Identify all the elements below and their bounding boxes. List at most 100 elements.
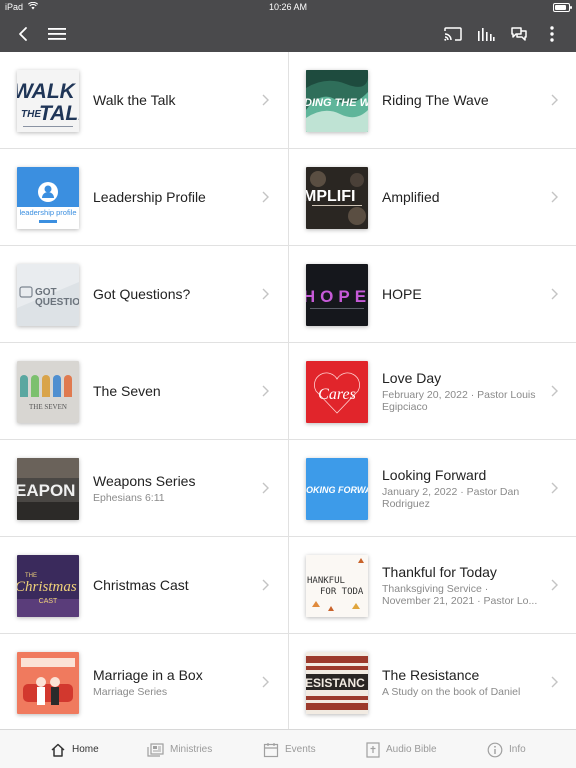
item-title: Looking Forward <box>382 467 487 483</box>
tab-audio-bible[interactable]: Audio Bible <box>366 730 437 768</box>
list-item[interactable]: WALKTHETALK Walk the Talk <box>0 52 288 149</box>
series-artwork: OKING FORWA <box>306 458 368 520</box>
list-item[interactable]: THE Christmas CAST Christmas Cast <box>0 537 288 634</box>
item-title: Marriage in a Box <box>93 667 203 683</box>
more-vertical-icon[interactable] <box>542 16 562 52</box>
item-title: Got Questions? <box>93 286 191 302</box>
series-artwork: THE Christmas CAST <box>17 555 79 617</box>
back-icon[interactable] <box>12 16 34 52</box>
list-item[interactable]: MPLIFI Amplified <box>289 149 576 246</box>
series-artwork: EAPON <box>17 458 79 520</box>
chat-bubbles-icon[interactable] <box>508 16 530 52</box>
status-bar: iPad 10:26 AM <box>0 0 576 16</box>
list-item[interactable]: OKING FORWA Looking Forward January 2, 2… <box>289 440 576 537</box>
sermon-series-grid: WALKTHETALK Walk the Talk DING THE WA Ri… <box>0 52 576 729</box>
artwork-caption: THE SEVEN <box>29 403 67 411</box>
chevron-right-icon <box>551 579 558 591</box>
list-item[interactable]: EAPON Weapons Series Ephesians 6:11 <box>0 440 288 537</box>
chevron-right-icon <box>551 482 558 494</box>
status-time: 10:26 AM <box>268 2 308 12</box>
chevron-right-icon <box>551 385 558 397</box>
list-item[interactable]: leadership profile Leadership Profile <box>0 149 288 246</box>
chevron-right-icon <box>262 676 269 688</box>
series-artwork: Cares <box>306 361 368 423</box>
audio-bars-icon[interactable] <box>475 16 497 52</box>
svg-text:TALK: TALK <box>39 102 79 125</box>
item-title: The Resistance <box>382 667 480 683</box>
calendar-icon <box>263 742 279 757</box>
svg-text:EAPON: EAPON <box>17 481 75 500</box>
list-item[interactable]: GOT QUESTIO Got Questions? <box>0 246 288 343</box>
svg-text:FOR TODA: FOR TODA <box>320 587 364 597</box>
item-title: Amplified <box>382 189 440 205</box>
item-subtitle: A Study on the book of Daniel <box>382 686 521 698</box>
chevron-right-icon <box>262 385 269 397</box>
artwork-caption: CAST <box>39 598 58 605</box>
artwork-caption: leadership profile <box>19 208 76 217</box>
chevron-right-icon <box>551 288 558 300</box>
tab-home[interactable]: Home <box>50 730 99 768</box>
list-item[interactable]: HANKFUL FOR TODA Thankful for Today Thank… <box>289 537 576 634</box>
chevron-right-icon <box>262 191 269 203</box>
list-item[interactable]: Cares Love Day February 20, 2022 · Pasto… <box>289 343 576 440</box>
list-item[interactable]: DING THE WA Riding The Wave <box>289 52 576 149</box>
item-title: HOPE <box>382 286 422 302</box>
item-title: Riding The Wave <box>382 92 489 108</box>
tab-label: Home <box>72 744 99 755</box>
chevron-right-icon <box>551 191 558 203</box>
series-artwork <box>17 652 79 714</box>
item-subtitle: Ephesians 6:11 <box>93 492 165 504</box>
svg-text:Cares: Cares <box>318 386 356 403</box>
item-subtitle: Thanksgiving Service · November 21, 2021… <box>382 583 538 607</box>
bottom-tab-bar: Home Ministries Events Audio Bible Info <box>0 729 576 768</box>
svg-text:ESISTANC: ESISTANC <box>306 676 365 690</box>
chevron-right-icon <box>262 579 269 591</box>
item-title: Christmas Cast <box>93 577 189 593</box>
series-artwork: GOT QUESTIO <box>17 264 79 326</box>
tab-label: Ministries <box>170 744 213 755</box>
series-artwork: MPLIFI <box>306 167 368 229</box>
item-title: The Seven <box>93 383 161 399</box>
tab-label: Info <box>509 744 526 755</box>
item-subtitle: January 2, 2022 · Pastor Dan Rodriguez <box>382 486 520 510</box>
list-item[interactable]: HOPE HOPE <box>289 246 576 343</box>
chevron-right-icon <box>262 288 269 300</box>
chevron-right-icon <box>262 482 269 494</box>
series-artwork: HANKFUL FOR TODA <box>306 555 368 617</box>
series-artwork: THE SEVEN <box>17 361 79 423</box>
cast-icon[interactable] <box>442 16 464 52</box>
svg-text:QUESTIO: QUESTIO <box>35 297 79 308</box>
ministries-icon <box>147 742 164 757</box>
tab-ministries[interactable]: Ministries <box>147 730 212 768</box>
menu-icon[interactable] <box>46 16 68 52</box>
audio-bible-icon <box>366 741 380 758</box>
home-icon <box>51 743 65 757</box>
series-artwork: DING THE WA <box>306 70 368 132</box>
battery-icon <box>553 3 572 12</box>
chevron-right-icon <box>262 94 269 106</box>
item-title: Leadership Profile <box>93 189 206 205</box>
list-item[interactable]: THE SEVEN The Seven <box>0 343 288 440</box>
svg-text:DING THE WA: DING THE WA <box>306 97 368 109</box>
chevron-right-icon <box>551 94 558 106</box>
tab-label: Audio Bible <box>386 744 437 755</box>
item-title: Walk the Talk <box>93 92 176 108</box>
svg-text:Christmas: Christmas <box>17 579 77 595</box>
item-title: Weapons Series <box>93 473 196 489</box>
tab-label: Events <box>285 744 316 755</box>
tab-info[interactable]: Info <box>487 730 526 768</box>
artwork-caption: HOPE <box>306 287 368 306</box>
chevron-right-icon <box>551 676 558 688</box>
series-artwork: WALKTHETALK <box>17 70 79 132</box>
app-bar <box>0 16 576 52</box>
svg-text:MPLIFI: MPLIFI <box>306 188 355 205</box>
series-artwork: HOPE <box>306 264 368 326</box>
series-artwork: ESISTANC <box>306 652 368 714</box>
item-title: Thankful for Today <box>382 564 497 580</box>
series-artwork: leadership profile <box>17 167 79 229</box>
svg-text:WALK: WALK <box>17 80 77 103</box>
tab-events[interactable]: Events <box>263 730 316 768</box>
item-subtitle: Marriage Series <box>93 686 168 698</box>
list-item[interactable]: Marriage in a Box Marriage Series <box>0 634 288 729</box>
list-item[interactable]: ESISTANC The Resistance A Study on the b… <box>289 634 576 729</box>
